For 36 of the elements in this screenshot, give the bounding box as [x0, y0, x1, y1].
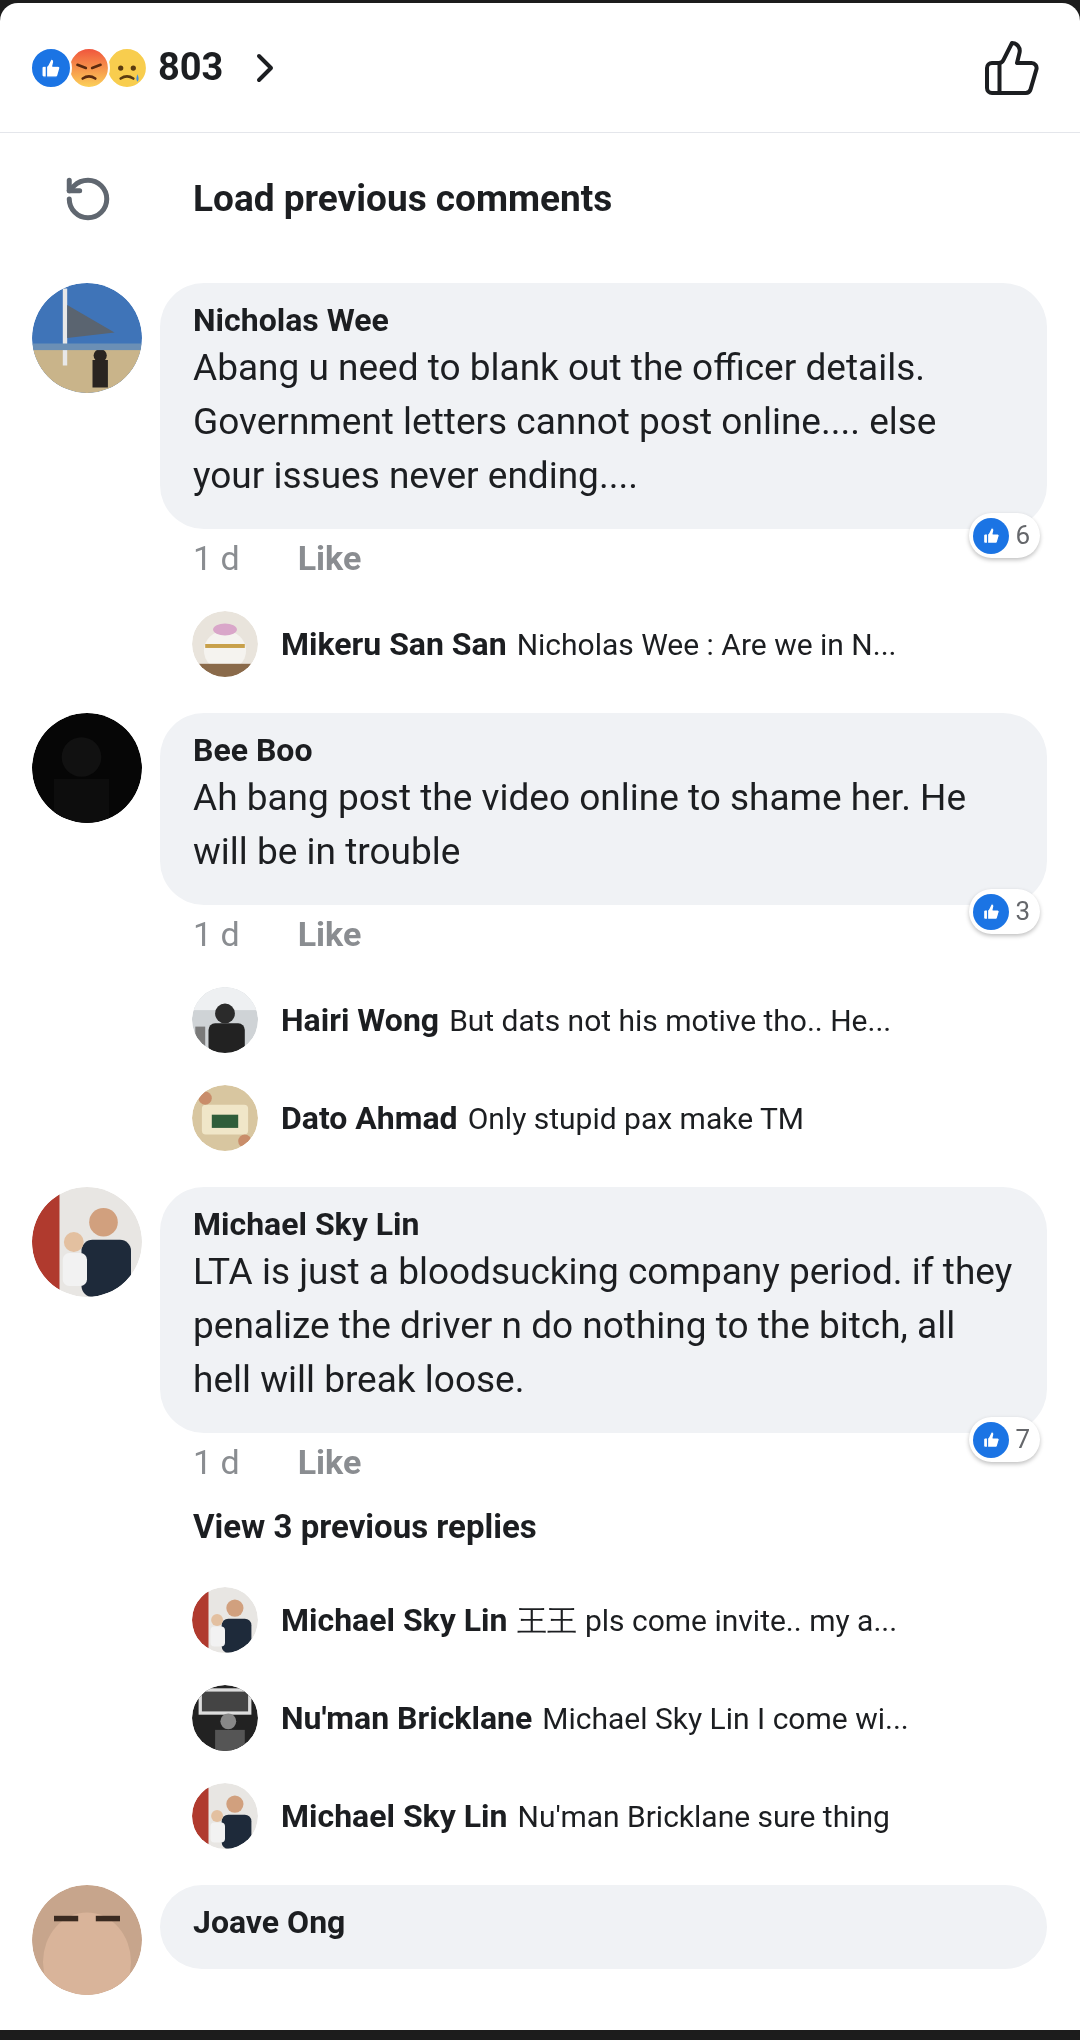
comment-time: 1 d [193, 1440, 240, 1484]
comment-time: 1 d [193, 536, 240, 580]
reply-text: 王王 pls come invite.. my a... [517, 1602, 898, 1640]
load-previous-comments[interactable]: Load previous comments [193, 171, 613, 227]
reaction-count-badge[interactable]: 3 [969, 889, 1040, 934]
like-icon [973, 893, 1010, 930]
reaction-total[interactable]: 803 [158, 39, 224, 96]
reaction-count: 3 [1015, 895, 1030, 928]
reply-author[interactable]: Michael Sky Lin [281, 1792, 508, 1840]
comment-author[interactable]: Nicholas Wee [193, 299, 1014, 341]
reply-text: Michael Sky Lin I come wi... [542, 1700, 909, 1738]
reply-text: Nu'man Bricklane sure thing [517, 1798, 890, 1836]
reply-author[interactable]: Michael Sky Lin [281, 1596, 508, 1644]
reply-author[interactable]: Mikeru San San [281, 620, 507, 668]
angry-emoji-icon [68, 46, 110, 89]
like-icon [973, 1421, 1010, 1458]
like-icon [973, 517, 1010, 554]
reaction-count-badge[interactable]: 7 [969, 1417, 1040, 1462]
reaction-count: 7 [1015, 1423, 1030, 1456]
comment-text: Ah bang post the video online to shame her. He will be in trouble [193, 775, 968, 875]
comment-text: Abang u need to blank out the officer details. Government letters cannot post online.... else your issues never ending.... [193, 345, 938, 499]
sad-emoji-icon [106, 46, 148, 89]
reply-text: But dats not his motive tho.. He... [449, 1002, 892, 1040]
comment-text: LTA is just a bloodsucking company period. if they penalize the driver n do nothing to the bitch, all hell will break loose. [193, 1249, 1014, 1403]
comment-time: 1 d [193, 912, 240, 956]
view-replies-link[interactable]: View 3 previous replies [193, 1491, 537, 1563]
reply-text: Only stupid pax make TM [467, 1100, 804, 1138]
reply-author[interactable]: Dato Ahmad [281, 1094, 458, 1142]
reaction-count: 6 [1015, 519, 1030, 552]
reaction-count-badge[interactable]: 6 [969, 513, 1040, 558]
reply-author[interactable]: Nu'man Bricklane [281, 1694, 533, 1742]
reply-text: Nicholas Wee : Are we in N... [516, 626, 897, 664]
comment-author[interactable]: Joave Ong [193, 1901, 1014, 1943]
comment-author[interactable]: Bee Boo [193, 729, 1014, 771]
reply-author[interactable]: Hairi Wong [281, 996, 440, 1044]
comment-author[interactable]: Michael Sky Lin [193, 1203, 1014, 1245]
